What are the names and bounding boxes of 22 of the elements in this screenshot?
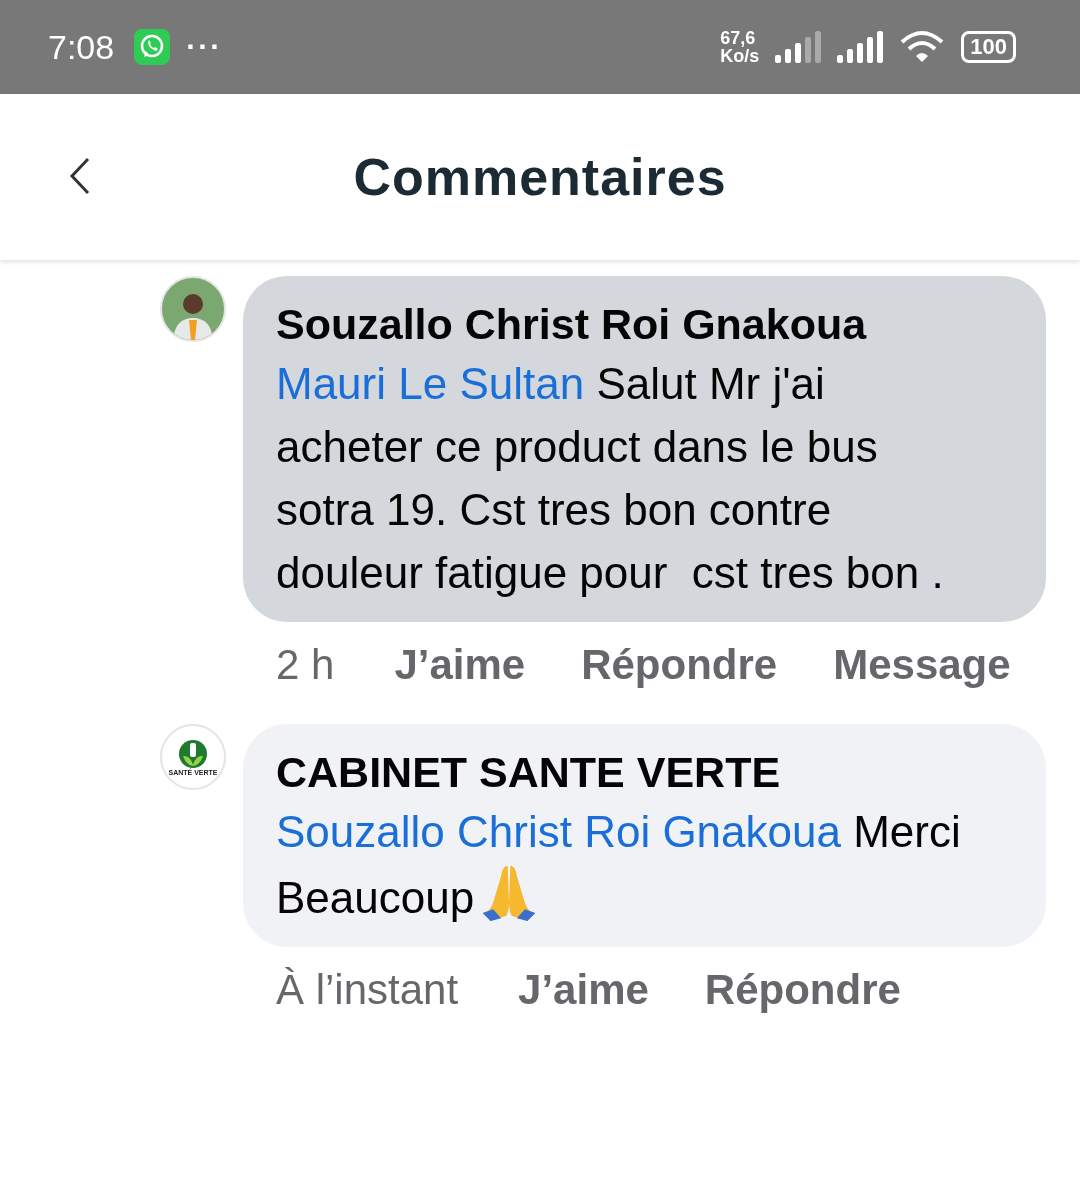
comment-author[interactable]: CABINET SANTE VERTE [276,744,1016,800]
comment-time: À l’instant [276,965,459,1015]
comment-action-button[interactable]: Message [833,634,1011,696]
mention-link[interactable]: Mauri Le Sultan [276,359,585,408]
comment-action-button[interactable]: J’aime [518,959,649,1021]
signal-icon [775,31,822,63]
page-title: Commentaires [353,147,727,207]
comment-text: Mauri Le Sultan Salut Mr j'ai acheter ce product dans le bus sotra 19. Cst tres bon contre douleur fatigue pour cst tres bon . [276,359,944,597]
wifi-icon [899,30,946,64]
more-notifications: ··· [186,30,223,64]
battery-indicator: 100 [961,31,1016,63]
comment-action-button[interactable]: Répondre [704,959,901,1021]
clock-time: 7:08 [48,27,115,67]
comment-time: 2 h [276,640,335,690]
network-speed: 67,6 Ko/s [720,29,760,65]
comment-action-button[interactable]: J’aime [394,634,526,696]
mention-link[interactable]: Souzallo Christ Roi Gnakoua [276,807,841,856]
comment-action-button[interactable]: Répondre [581,634,778,696]
leaf-icon [178,738,208,769]
signal-icon [837,31,884,63]
comment-author[interactable]: Souzallo Christ Roi Gnakoua [276,296,1016,352]
chat-app-icon [134,29,171,65]
